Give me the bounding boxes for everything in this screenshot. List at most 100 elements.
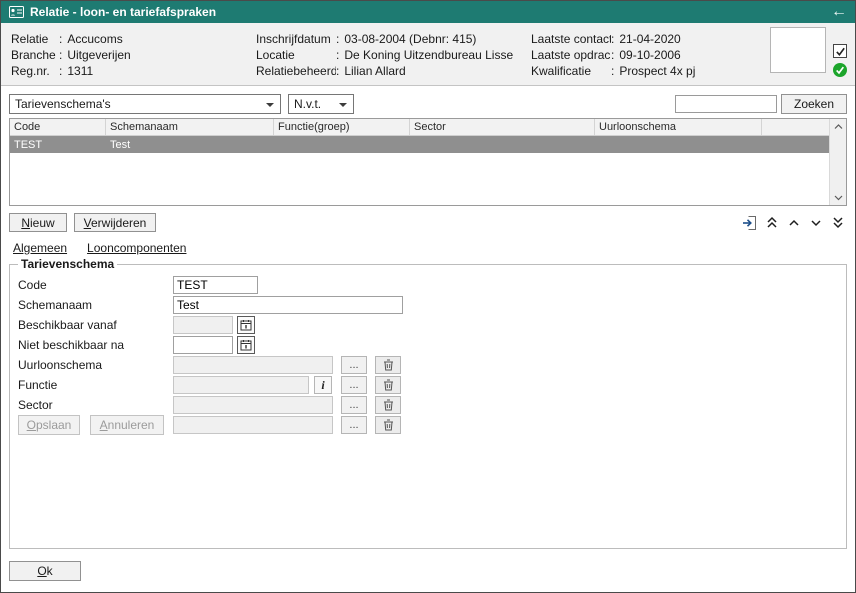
form-row: Sector ... [18, 395, 838, 415]
status-ok-icon [833, 63, 847, 77]
annuleren-button[interactable]: Annuleren [90, 415, 164, 435]
kwalificatie-label: Kwalificatie [531, 63, 611, 79]
schema-type-select[interactable]: Tarievenschema's [9, 94, 281, 114]
column-header-filler [762, 119, 829, 135]
relatie-window: Relatie - loon- en tariefafspraken ← Rel… [0, 0, 856, 593]
window-title: Relatie - loon- en tariefafspraken [30, 5, 216, 19]
colon: : [336, 48, 339, 62]
last-record-icon[interactable] [828, 213, 847, 232]
tarievenschema-groupbox: Tarievenschema Code Schemanaam Beschikba… [9, 257, 847, 549]
record-actions: Nieuw Verwijderen [9, 213, 847, 232]
kwalificatie-value: Prospect 4x pj [619, 64, 695, 78]
calendar-icon[interactable] [237, 336, 255, 354]
form-row: Beschikbaar vanaf [18, 315, 838, 335]
relation-card-icon [9, 6, 24, 18]
colon: : [59, 48, 62, 62]
next-record-icon[interactable] [806, 213, 825, 232]
cell-sector [410, 136, 595, 153]
laatste-opdracht-label: Laatste opdrach [531, 47, 611, 63]
rooster-delete-icon[interactable] [375, 416, 401, 434]
colon: : [336, 64, 339, 78]
colon: : [336, 32, 339, 46]
niet-beschikbaar-na-label: Niet beschikbaar na [18, 338, 173, 352]
form-buttons: Opslaan Annuleren [18, 415, 164, 435]
info-column-1: Relatie:Accucoms Branche:Uitgeverijen Re… [11, 31, 131, 79]
colon: : [59, 32, 62, 46]
branche-label: Branche [11, 47, 59, 63]
groupbox-legend: Tarievenschema [18, 257, 117, 271]
column-header-code[interactable]: Code [10, 119, 106, 135]
scroll-up-icon[interactable] [832, 122, 845, 131]
cell-uurloonschema [595, 136, 762, 153]
form-row: Code [18, 275, 838, 295]
sector-label: Sector [18, 398, 173, 412]
colon: : [611, 64, 614, 78]
back-arrow-button[interactable]: ← [831, 4, 847, 20]
filter-select[interactable]: N.v.t. [288, 94, 354, 114]
scroll-down-icon[interactable] [832, 193, 845, 202]
niet-beschikbaar-na-input[interactable] [173, 336, 233, 354]
column-header-schemanaam[interactable]: Schemanaam [106, 119, 274, 135]
column-header-sector[interactable]: Sector [410, 119, 595, 135]
uurloonschema-lookup-button[interactable]: ... [341, 356, 367, 374]
uurloonschema-input [173, 356, 333, 374]
ok-button[interactable]: Ok [9, 561, 81, 581]
functie-input [173, 376, 309, 394]
sector-input [173, 396, 333, 414]
locatie-value: De Koning Uitzendbureau Lisse [344, 48, 513, 62]
cell-schemanaam: Test [106, 136, 274, 153]
sector-delete-icon[interactable] [375, 396, 401, 414]
schemanaam-label: Schemanaam [18, 298, 173, 312]
beschikbaar-vanaf-label: Beschikbaar vanaf [18, 318, 173, 332]
info-column-2: Inschrijfdatum:03-08-2004 (Debnr: 415) L… [256, 31, 513, 79]
functie-label: Functie [18, 378, 173, 392]
first-record-icon[interactable] [762, 213, 781, 232]
regnr-value: 1311 [67, 64, 93, 78]
titlebar: Relatie - loon- en tariefafspraken ← [1, 1, 855, 23]
sector-lookup-button[interactable]: ... [341, 396, 367, 414]
colon: : [59, 64, 62, 78]
tab-looncomponenten[interactable]: Looncomponenten [87, 241, 186, 255]
colon: : [611, 48, 614, 62]
open-record-icon[interactable] [740, 213, 759, 232]
laatste-opdracht-value: 09-10-2006 [619, 48, 680, 62]
opslaan-button[interactable]: Opslaan [18, 415, 80, 435]
code-label: Code [18, 278, 173, 292]
verwijderen-button[interactable]: Verwijderen [74, 213, 156, 232]
form-row: Schemanaam [18, 295, 838, 315]
previous-record-icon[interactable] [784, 213, 803, 232]
active-checkbox[interactable] [833, 44, 847, 58]
table-scrollbar[interactable] [829, 119, 846, 205]
toolbar: Tarievenschema's N.v.t. Zoeken [9, 94, 847, 114]
rooster-lookup-button[interactable]: ... [341, 416, 367, 434]
functie-lookup-button[interactable]: ... [341, 376, 367, 394]
functie-delete-icon[interactable] [375, 376, 401, 394]
form-row: Niet beschikbaar na [18, 335, 838, 355]
filter-select-value: N.v.t. [294, 97, 321, 111]
rooster-input [173, 416, 333, 434]
form-row: Functie i ... [18, 375, 838, 395]
cell-code: TEST [10, 136, 106, 153]
tab-algemeen[interactable]: Algemeen [13, 241, 67, 255]
column-header-uurloonschema[interactable]: Uurloonschema [595, 119, 762, 135]
relatiebeheerder-label: Relatiebeheerde [256, 63, 336, 79]
code-input[interactable] [173, 276, 258, 294]
table-row-selected[interactable]: TEST Test [10, 136, 829, 153]
nieuw-button[interactable]: Nieuw [9, 213, 67, 232]
table-header-row: Code Schemanaam Functie(groep) Sector Uu… [10, 119, 829, 136]
search-input[interactable] [675, 95, 777, 113]
photo-placeholder [770, 27, 826, 73]
zoeken-button[interactable]: Zoeken [781, 94, 847, 114]
detail-tabs: Algemeen Looncomponenten [9, 241, 847, 255]
footer: Ok [9, 561, 847, 581]
relatiebeheerder-value: Lilian Allard [344, 64, 405, 78]
uurloonschema-delete-icon[interactable] [375, 356, 401, 374]
column-header-functiegroep[interactable]: Functie(groep) [274, 119, 410, 135]
regnr-label: Reg.nr. [11, 63, 59, 79]
schema-table: Code Schemanaam Functie(groep) Sector Uu… [9, 118, 847, 206]
functie-info-icon[interactable]: i [314, 376, 332, 394]
calendar-icon[interactable] [237, 316, 255, 334]
beschikbaar-vanaf-input [173, 316, 233, 334]
schemanaam-input[interactable] [173, 296, 403, 314]
relation-info-panel: Relatie:Accucoms Branche:Uitgeverijen Re… [1, 23, 855, 86]
